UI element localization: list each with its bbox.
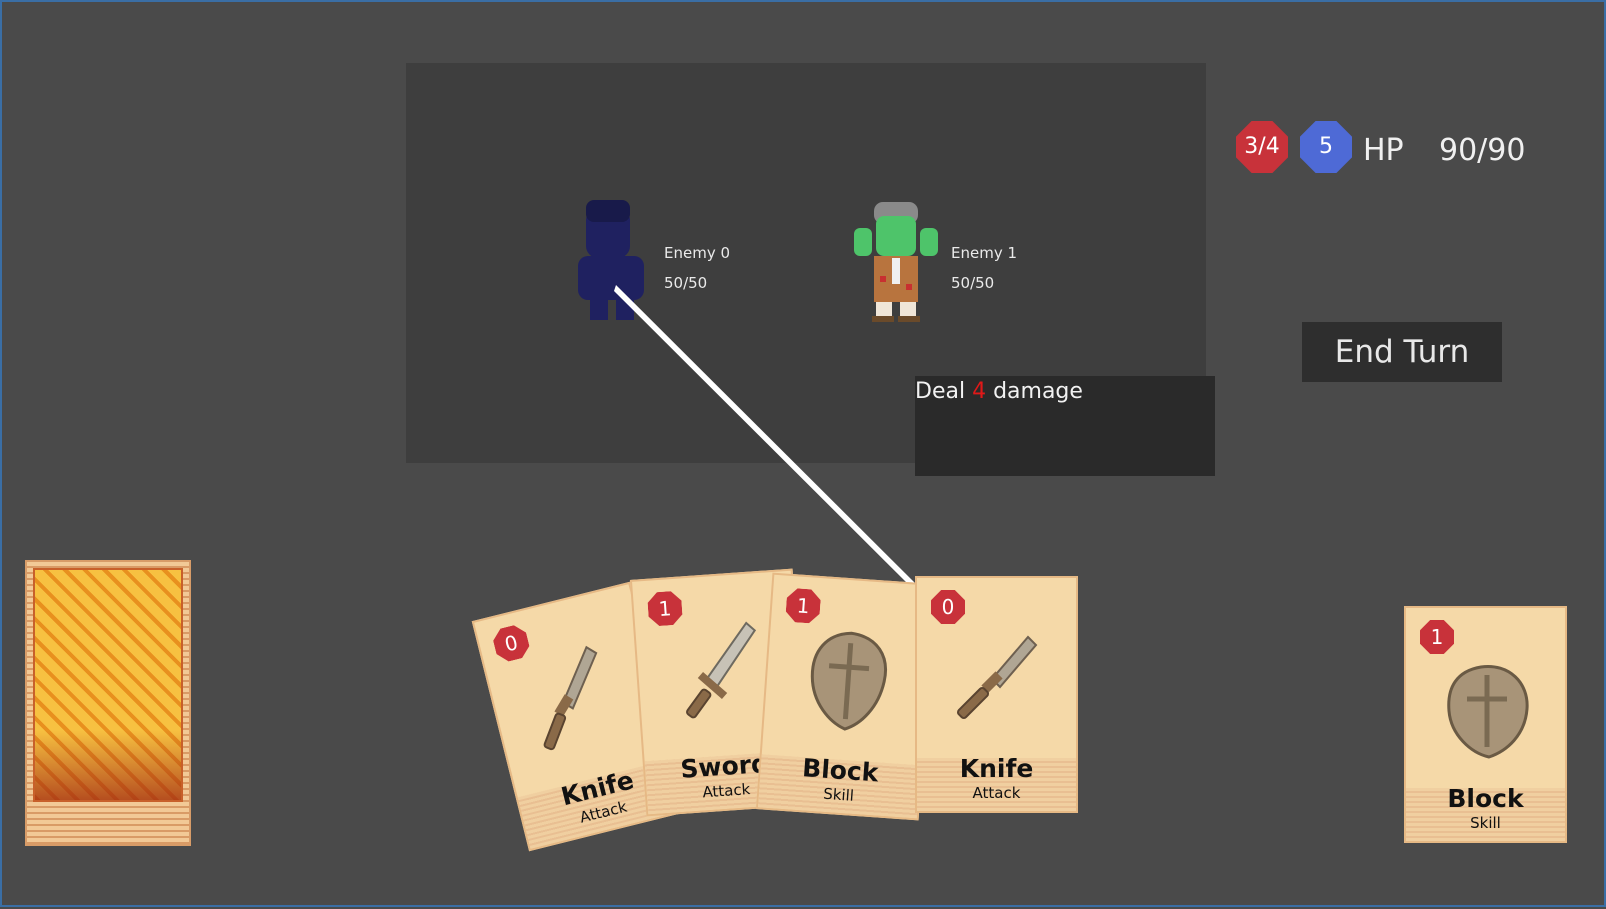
hp-value: 90/90: [1439, 133, 1526, 168]
card-type: Attack: [972, 784, 1021, 802]
card-back-pattern: [33, 568, 183, 802]
knife-icon: [956, 635, 1038, 720]
shield-icon: [1447, 665, 1529, 759]
tooltip-prefix: Deal: [915, 379, 966, 404]
energy-badge: 3/4: [1236, 121, 1288, 173]
tooltip-suffix: damage: [993, 379, 1083, 404]
block-badge: 5: [1300, 121, 1352, 173]
hand-card-knife-selected[interactable]: 0 Knife Attack: [915, 576, 1078, 813]
shield-icon: [810, 631, 887, 731]
card-tooltip: Deal 4 damage: [915, 376, 1215, 476]
knife-icon: [543, 645, 598, 751]
card-name: Block: [1447, 784, 1524, 813]
card-cost: 1: [785, 588, 821, 624]
draw-pile[interactable]: [25, 560, 191, 846]
sword-icon: [686, 621, 757, 719]
discard-pile-top-card[interactable]: 1 Block Skill: [1404, 606, 1567, 843]
hand-card-block[interactable]: 1 Block Skill: [755, 572, 936, 821]
card-cost: 1: [1420, 620, 1454, 654]
hp-label: HP: [1363, 133, 1404, 168]
card-name: Knife: [959, 754, 1034, 783]
card-cost: 0: [931, 590, 965, 624]
tooltip-damage-amount: 4: [972, 379, 987, 404]
card-type: Skill: [1470, 814, 1501, 832]
card-cost: 1: [647, 590, 683, 626]
end-turn-button[interactable]: End Turn: [1302, 322, 1502, 382]
